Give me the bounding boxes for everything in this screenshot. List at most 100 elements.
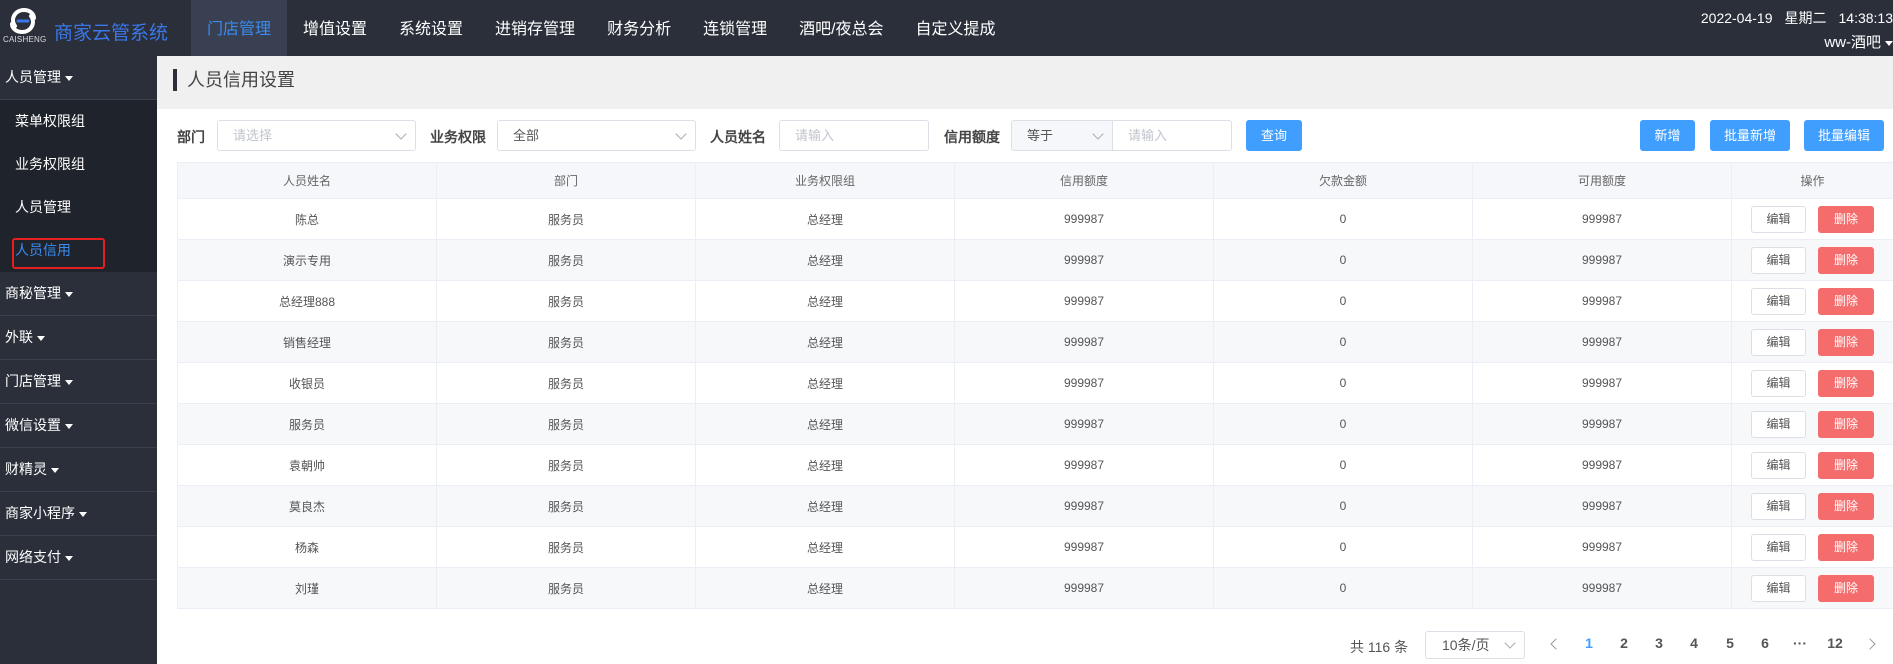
table-cell: 999987 bbox=[954, 362, 1214, 404]
page-1[interactable]: 1 bbox=[1577, 635, 1601, 651]
sidebar-group-online-payment[interactable]: 网络支付 bbox=[0, 536, 157, 580]
sidebar-group-mini-program[interactable]: 商家小程序 bbox=[0, 492, 157, 536]
page-2[interactable]: 2 bbox=[1612, 635, 1636, 651]
top-nav: 门店管理 增值设置 系统设置 进销存管理 财务分析 连锁管理 酒吧/夜总会 自定… bbox=[191, 0, 1012, 56]
sidebar-group-finance-wizard[interactable]: 财精灵 bbox=[0, 448, 157, 492]
nav-store-management[interactable]: 门店管理 bbox=[191, 0, 288, 56]
delete-button[interactable]: 删除 bbox=[1818, 246, 1874, 274]
edit-button[interactable]: 编辑 bbox=[1751, 246, 1806, 274]
edit-button[interactable]: 编辑 bbox=[1751, 492, 1806, 520]
sidebar-group-staff[interactable]: 人员管理 bbox=[0, 56, 157, 100]
page-size-select[interactable]: 10条/页 bbox=[1425, 631, 1525, 659]
perm-select[interactable]: 全部 bbox=[497, 120, 696, 151]
table-actions-cell: 编辑 删除 bbox=[1731, 526, 1893, 568]
table-cell: 999987 bbox=[954, 239, 1214, 281]
nav-value-added[interactable]: 增值设置 bbox=[287, 0, 383, 56]
column-header: 操作 bbox=[1731, 162, 1893, 199]
delete-button[interactable]: 删除 bbox=[1818, 574, 1874, 602]
edit-button[interactable]: 编辑 bbox=[1751, 205, 1806, 233]
sidebar-item-staff[interactable]: 人员管理 bbox=[0, 186, 157, 229]
edit-button[interactable]: 编辑 bbox=[1751, 369, 1806, 397]
batch-add-button[interactable]: 批量新增 bbox=[1710, 120, 1790, 151]
nav-custom-commission[interactable]: 自定义提成 bbox=[900, 0, 1012, 56]
credit-operator-select[interactable]: 等于 bbox=[1011, 120, 1113, 151]
nav-system-settings[interactable]: 系统设置 bbox=[383, 0, 479, 56]
nav-chain[interactable]: 连锁管理 bbox=[687, 0, 783, 56]
sidebar-group-secretary[interactable]: 商秘管理 bbox=[0, 272, 157, 316]
table-cell: 999987 bbox=[1472, 239, 1732, 281]
table-cell: 销售经理 bbox=[177, 321, 437, 363]
table-cell: 服务员 bbox=[436, 239, 696, 281]
delete-button[interactable]: 删除 bbox=[1818, 328, 1874, 356]
column-header: 人员姓名 bbox=[177, 162, 437, 199]
table-cell: 总经理 bbox=[695, 198, 955, 240]
delete-button[interactable]: 删除 bbox=[1818, 369, 1874, 397]
edit-button[interactable]: 编辑 bbox=[1751, 533, 1806, 561]
edit-button[interactable]: 编辑 bbox=[1751, 451, 1806, 479]
page-12[interactable]: 12 bbox=[1823, 635, 1847, 651]
sidebar-group-label: 门店管理 bbox=[5, 373, 61, 389]
table-cell: 服务员 bbox=[436, 280, 696, 322]
top-bar: CAISHENG 商家云管系统 门店管理 增值设置 系统设置 进销存管理 财务分… bbox=[0, 0, 1893, 56]
delete-button[interactable]: 删除 bbox=[1818, 492, 1874, 520]
table-cell: 袁朝帅 bbox=[177, 444, 437, 486]
table-cell: 服务员 bbox=[436, 567, 696, 609]
table-cell: 收银员 bbox=[177, 362, 437, 404]
prev-page-icon[interactable] bbox=[1550, 638, 1562, 650]
batch-edit-button[interactable]: 批量编辑 bbox=[1804, 120, 1884, 151]
dept-select[interactable]: 请选择 bbox=[217, 120, 416, 151]
table-cell: 服务员 bbox=[436, 485, 696, 527]
nav-finance[interactable]: 财务分析 bbox=[591, 0, 687, 56]
sidebar-group-wechat[interactable]: 微信设置 bbox=[0, 404, 157, 448]
table-cell: 总经理 bbox=[695, 403, 955, 445]
table-cell: 999987 bbox=[1472, 362, 1732, 404]
edit-button[interactable]: 编辑 bbox=[1751, 328, 1806, 356]
credit-input[interactable]: 请输入 bbox=[1112, 120, 1232, 151]
total-count: 共 116 条 bbox=[1350, 639, 1409, 655]
table-actions-cell: 编辑 删除 bbox=[1731, 239, 1893, 281]
table-cell: 999987 bbox=[954, 198, 1214, 240]
delete-button[interactable]: 删除 bbox=[1818, 287, 1874, 315]
user-menu[interactable]: ww-酒吧 bbox=[1824, 31, 1893, 52]
edit-button[interactable]: 编辑 bbox=[1751, 410, 1806, 438]
chevron-down-icon bbox=[1092, 128, 1104, 140]
delete-button[interactable]: 删除 bbox=[1818, 533, 1874, 561]
sidebar: 人员管理 菜单权限组 业务权限组 人员管理 人员信用 商秘管理 外联 门店管理 … bbox=[0, 56, 157, 664]
table-header-row: 人员姓名 部门 业务权限组 信用额度 欠款金额 可用额度 操作 bbox=[177, 162, 1893, 199]
table-cell: 总经理 bbox=[695, 362, 955, 404]
date: 2022-04-19 bbox=[1700, 10, 1773, 26]
nav-bar-club[interactable]: 酒吧/夜总会 bbox=[783, 0, 899, 56]
table-cell: 999987 bbox=[954, 485, 1214, 527]
page-ellipsis[interactable]: ··· bbox=[1788, 635, 1812, 651]
table-cell: 999987 bbox=[1472, 198, 1732, 240]
nav-inventory[interactable]: 进销存管理 bbox=[479, 0, 591, 56]
edit-button[interactable]: 编辑 bbox=[1751, 574, 1806, 602]
table-cell: 999987 bbox=[954, 403, 1214, 445]
next-page-icon[interactable] bbox=[1864, 638, 1876, 650]
chevron-down-icon bbox=[395, 128, 407, 140]
table-row: 袁朝帅 服务员 总经理 999987 0 999987 编辑 删除 bbox=[177, 444, 1893, 486]
delete-button[interactable]: 删除 bbox=[1818, 410, 1874, 438]
query-button[interactable]: 查询 bbox=[1246, 120, 1302, 151]
delete-button[interactable]: 删除 bbox=[1818, 205, 1874, 233]
page-5[interactable]: 5 bbox=[1718, 635, 1742, 651]
caret-down-icon bbox=[37, 335, 45, 341]
sidebar-group-external[interactable]: 外联 bbox=[0, 316, 157, 360]
page-3[interactable]: 3 bbox=[1647, 635, 1671, 651]
name-input[interactable]: 请输入 bbox=[779, 120, 929, 151]
page-4[interactable]: 4 bbox=[1682, 635, 1706, 651]
page-6[interactable]: 6 bbox=[1753, 635, 1777, 651]
sidebar-item-staff-credit[interactable]: 人员信用 bbox=[0, 229, 157, 272]
logo[interactable]: CAISHENG 商家云管系统 bbox=[0, 0, 180, 56]
sidebar-submenu: 菜单权限组 业务权限组 人员管理 人员信用 bbox=[0, 100, 157, 272]
caret-down-icon bbox=[65, 75, 73, 81]
edit-button[interactable]: 编辑 bbox=[1751, 287, 1806, 315]
sidebar-group-store[interactable]: 门店管理 bbox=[0, 360, 157, 404]
sidebar-item-business-permission[interactable]: 业务权限组 bbox=[0, 143, 157, 186]
delete-button[interactable]: 删除 bbox=[1818, 451, 1874, 479]
table-cell: 0 bbox=[1213, 444, 1473, 486]
add-button[interactable]: 新增 bbox=[1640, 120, 1695, 151]
credit-label: 信用额度 bbox=[944, 129, 1000, 145]
sidebar-item-menu-permission[interactable]: 菜单权限组 bbox=[0, 100, 157, 143]
table-cell: 0 bbox=[1213, 280, 1473, 322]
